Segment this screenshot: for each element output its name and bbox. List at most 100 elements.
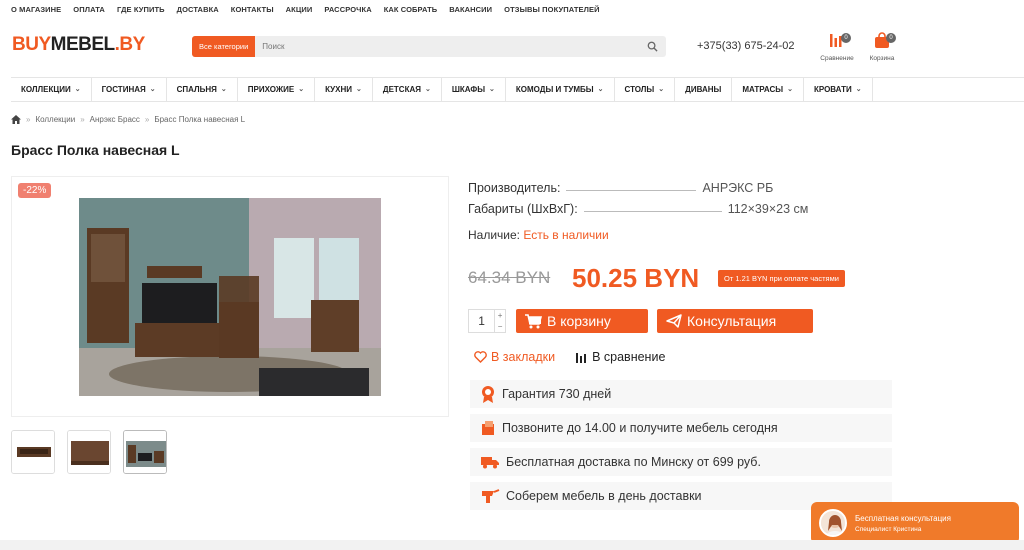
feature-label: Бесплатная доставка по Минску от 699 руб… — [506, 455, 761, 469]
quantity-minus-button[interactable]: − — [495, 321, 505, 332]
medal-icon — [482, 386, 494, 403]
availability: Наличие: Есть в наличии — [468, 228, 609, 242]
chevron-down-icon: ⌄ — [356, 86, 362, 93]
cart-count-badge: 0 — [886, 33, 896, 43]
menu-item-bedroom[interactable]: СПАЛЬНЯ ⌄ — [167, 78, 238, 101]
menu-item-tables[interactable]: СТОЛЫ ⌄ — [615, 78, 676, 101]
consultation-chat-widget[interactable]: Бесплатная консультация Специалист Крист… — [811, 502, 1019, 544]
menu-item-hallway[interactable]: ПРИХОЖИЕ ⌄ — [238, 78, 316, 101]
thumbnail-3[interactable] — [123, 430, 167, 474]
availability-status: Есть в наличии — [523, 228, 609, 242]
home-icon[interactable] — [11, 115, 21, 124]
menu-item-kids[interactable]: ДЕТСКАЯ ⌄ — [373, 78, 442, 101]
truck-icon — [481, 457, 499, 469]
header: BUYMEBEL.BY Все категории +375(33) 675-2… — [0, 22, 1024, 72]
room-thumbnail-image — [124, 431, 166, 473]
product-info: Производитель: АНРЭКС РБ Габариты (ШхВхГ)… — [468, 176, 898, 218]
breadcrumb: » Коллекции » Анрэкс Брасс » Брасс Полка… — [11, 115, 245, 124]
top-nav-assembly[interactable]: КАК СОБРАТЬ — [384, 5, 438, 14]
feature-free-delivery: Бесплатная доставка по Минску от 699 руб… — [470, 448, 892, 476]
top-nav-where-buy[interactable]: ГДЕ КУПИТЬ — [117, 5, 165, 14]
breadcrumb-separator: » — [80, 115, 85, 124]
logo-part-by: .BY — [114, 34, 146, 55]
discount-badge: -22% — [18, 183, 52, 198]
compare-link[interactable]: В сравнение — [575, 350, 665, 364]
phone-number[interactable]: +375(33) 675-24-02 — [697, 40, 795, 52]
specialist-avatar-image — [821, 511, 845, 535]
quantity-stepper: 1 + − — [468, 309, 506, 333]
menu-item-beds[interactable]: КРОВАТИ ⌄ — [804, 78, 873, 101]
all-categories-button[interactable]: Все категории — [192, 36, 256, 57]
top-nav-installment[interactable]: РАССРОЧКА — [324, 5, 371, 14]
menu-item-label: ГОСТИНАЯ — [101, 85, 146, 94]
menu-item-mattresses[interactable]: МАТРАСЫ ⌄ — [732, 78, 804, 101]
shelf-thumbnail-image — [12, 431, 54, 473]
search-icon[interactable] — [647, 41, 658, 52]
heart-icon — [474, 351, 487, 363]
manufacturer-value: АНРЭКС РБ — [702, 181, 774, 195]
top-nav-contacts[interactable]: КОНТАКТЫ — [231, 5, 274, 14]
compare-header-button[interactable]: 0 Сравнение — [817, 32, 857, 62]
dotted-line — [583, 211, 722, 212]
product-photo[interactable] — [79, 198, 381, 396]
logo-part-mebel: MEBEL — [50, 34, 116, 55]
chevron-down-icon: ⌄ — [597, 86, 604, 93]
menu-item-label: ПРИХОЖИЕ — [247, 85, 295, 94]
menu-item-wardrobes[interactable]: ШКАФЫ ⌄ — [442, 78, 506, 101]
chevron-down-icon: ⌄ — [424, 86, 431, 93]
manufacturer-row: Производитель: АНРЭКС РБ — [468, 176, 898, 195]
menu-item-collections[interactable]: КОЛЛЕКЦИИ ⌄ — [11, 78, 92, 101]
logo-part-buy: BUY — [12, 34, 51, 55]
menu-item-label: МАТРАСЫ — [742, 85, 784, 94]
dimensions-value: 112×39×23 см — [727, 202, 809, 216]
bookmark-label: В закладки — [491, 350, 556, 364]
top-nav-payment[interactable]: ОПЛАТА — [73, 5, 105, 14]
thumbnail-1[interactable] — [11, 430, 55, 474]
consultation-button[interactable]: Консультация — [657, 309, 813, 333]
dimensions-label: Габариты (ШхВхГ): — [468, 202, 578, 216]
breadcrumb-separator: » — [26, 115, 31, 124]
product-gallery: -22% — [11, 176, 449, 417]
top-nav-vacancies[interactable]: ВАКАНСИИ — [449, 5, 492, 14]
quantity-input[interactable]: 1 — [469, 310, 494, 332]
manufacturer-label: Производитель: — [468, 181, 561, 195]
breadcrumb-separator: » — [144, 115, 150, 124]
installment-badge[interactable]: От 1.21 BYN при оплате частями — [718, 270, 845, 287]
consult-title: Бесплатная консультация — [855, 513, 951, 523]
menu-item-label: КУХНИ — [325, 85, 352, 94]
search-input[interactable] — [255, 36, 666, 57]
thumbnail-list — [11, 430, 167, 474]
add-to-cart-button[interactable]: В корзину — [516, 309, 648, 333]
top-nav-delivery[interactable]: ДОСТАВКА — [177, 5, 219, 14]
consult-subtitle: Специалист Кристина — [855, 525, 922, 533]
logo[interactable]: BUYMEBEL.BY — [12, 34, 145, 56]
chevron-down-icon: ⌄ — [220, 86, 227, 93]
menu-item-living-room[interactable]: ГОСТИНАЯ ⌄ — [92, 78, 167, 101]
top-nav-promo[interactable]: АКЦИИ — [286, 5, 313, 14]
old-price: 64.34 BYN — [468, 268, 551, 287]
bottom-strip — [0, 540, 1024, 550]
compare-label: В сравнение — [592, 350, 666, 364]
menu-item-label: СТОЛЫ — [624, 85, 655, 94]
feature-label: Позвоните до 14.00 и получите мебель сег… — [502, 421, 778, 435]
thumbnail-2[interactable] — [67, 430, 111, 474]
compare-count-badge: 0 — [841, 33, 851, 43]
menu-item-sofas[interactable]: ДИВАНЫ — [675, 78, 733, 101]
chevron-down-icon: ⌄ — [298, 86, 305, 93]
bookmark-link[interactable]: В закладки — [474, 350, 555, 364]
shelf-thumbnail-image — [68, 431, 110, 473]
menu-item-kitchens[interactable]: КУХНИ ⌄ — [315, 78, 373, 101]
cart-header-button[interactable]: 0 Корзина — [862, 32, 902, 62]
menu-item-dressers[interactable]: КОМОДЫ И ТУМБЫ ⌄ — [506, 78, 615, 101]
feature-warranty: Гарантия 730 дней — [470, 380, 892, 408]
breadcrumb-collections[interactable]: Коллекции — [35, 115, 75, 124]
top-nav-about[interactable]: О МАГАЗИНЕ — [11, 5, 61, 14]
tools-icon — [482, 489, 500, 503]
quantity-plus-button[interactable]: + — [495, 310, 505, 321]
top-nav-reviews[interactable]: ОТЗЫВЫ ПОКУПАТЕЛЕЙ — [504, 5, 599, 14]
menu-item-label: КРОВАТИ — [813, 85, 852, 94]
chevron-down-icon: ⌄ — [74, 86, 81, 93]
breadcrumb-anrex-brass[interactable]: Анрэкс Брасс — [90, 115, 140, 124]
feature-same-day: Позвоните до 14.00 и получите мебель сег… — [470, 414, 892, 442]
product-actions: В закладки В сравнение — [474, 350, 665, 364]
